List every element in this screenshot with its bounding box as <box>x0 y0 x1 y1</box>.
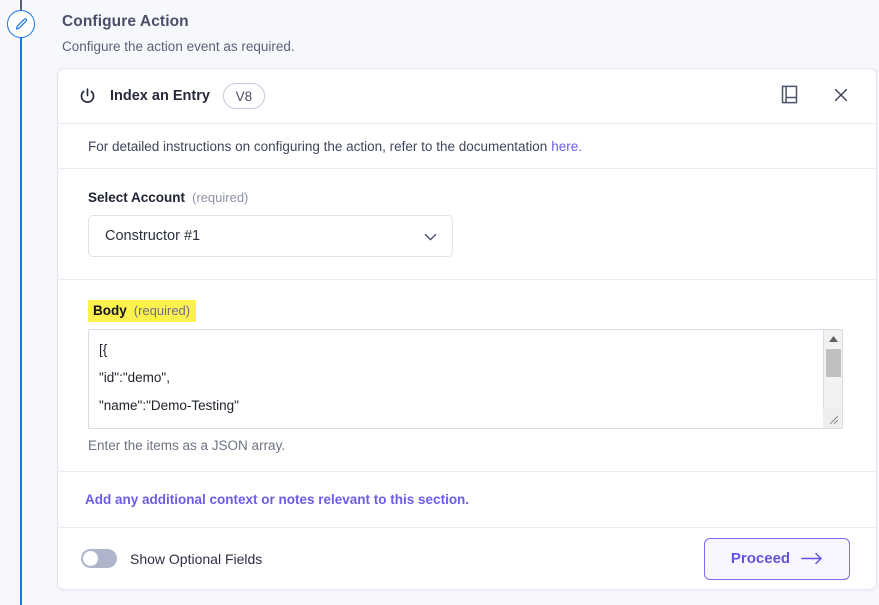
body-required-note: (required) <box>133 303 191 318</box>
arrow-right-icon <box>801 552 823 565</box>
body-textarea-wrapper <box>88 329 843 429</box>
card-title: Index an Entry <box>110 88 210 104</box>
body-field-section: Body (required) Enter <box>58 280 876 472</box>
action-config-card: Index an Entry V8 For detailed instructi… <box>57 68 877 590</box>
show-optional-fields-label: Show Optional Fields <box>130 550 263 567</box>
add-notes-link[interactable]: Add any additional context or notes rele… <box>85 492 469 507</box>
version-badge: V8 <box>222 83 265 109</box>
toggle-knob <box>83 551 98 566</box>
show-optional-fields-toggle[interactable] <box>81 549 117 568</box>
step-marker[interactable] <box>7 10 35 38</box>
card-footer: Show Optional Fields Proceed <box>58 528 876 589</box>
page-title: Configure Action <box>62 13 189 30</box>
scrollbar-thumb[interactable] <box>825 349 841 377</box>
power-icon <box>76 85 98 107</box>
workflow-step-rail <box>0 0 42 605</box>
show-optional-fields-group[interactable]: Show Optional Fields <box>81 549 262 568</box>
info-text: For detailed instructions on configuring… <box>88 138 548 154</box>
body-label: Body <box>93 303 127 318</box>
select-account-label-row: Select Account (required) <box>88 190 846 205</box>
documentation-info-strip: For detailed instructions on configuring… <box>58 124 876 169</box>
card-header: Index an Entry V8 <box>58 69 876 124</box>
select-account-label: Select Account <box>88 190 186 205</box>
proceed-button-label: Proceed <box>730 550 791 567</box>
select-account-required-note: (required) <box>192 190 249 205</box>
rail-line-below <box>20 36 22 605</box>
documentation-link[interactable]: here. <box>551 139 582 154</box>
close-button[interactable] <box>826 81 856 111</box>
body-helper-text: Enter the items as a JSON array. <box>88 438 286 453</box>
documentation-button[interactable] <box>774 81 804 111</box>
pencil-icon <box>14 17 29 32</box>
select-account-value: Constructor #1 <box>105 228 201 244</box>
book-icon <box>781 85 798 107</box>
body-label-highlight: Body (required) <box>88 300 197 322</box>
scroll-up-arrow-icon[interactable] <box>824 330 843 347</box>
select-account-section: Select Account (required) Constructor #1 <box>58 169 876 280</box>
proceed-button[interactable]: Proceed <box>704 537 850 580</box>
page-heading-block: Configure Action Configure the action ev… <box>62 12 562 56</box>
resize-grip-icon[interactable] <box>823 409 842 428</box>
chevron-down-icon <box>421 227 440 246</box>
page-subtitle: Configure the action event as required. <box>62 39 295 54</box>
additional-notes-row: Add any additional context or notes rele… <box>58 472 876 528</box>
body-textarea[interactable] <box>89 330 824 428</box>
select-account-dropdown[interactable]: Constructor #1 <box>88 215 453 257</box>
close-icon <box>831 85 851 108</box>
